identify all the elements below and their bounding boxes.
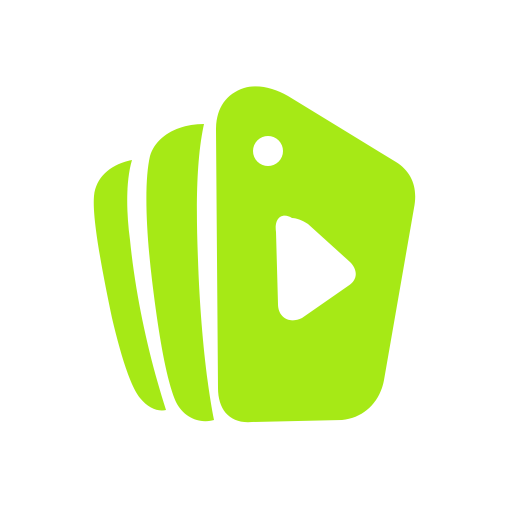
- video-price-tag-stack-icon: [93, 86, 416, 423]
- app-icon-canvas: [0, 0, 512, 512]
- tag-hole-icon: [253, 136, 283, 166]
- middle-card-shape: [146, 124, 214, 422]
